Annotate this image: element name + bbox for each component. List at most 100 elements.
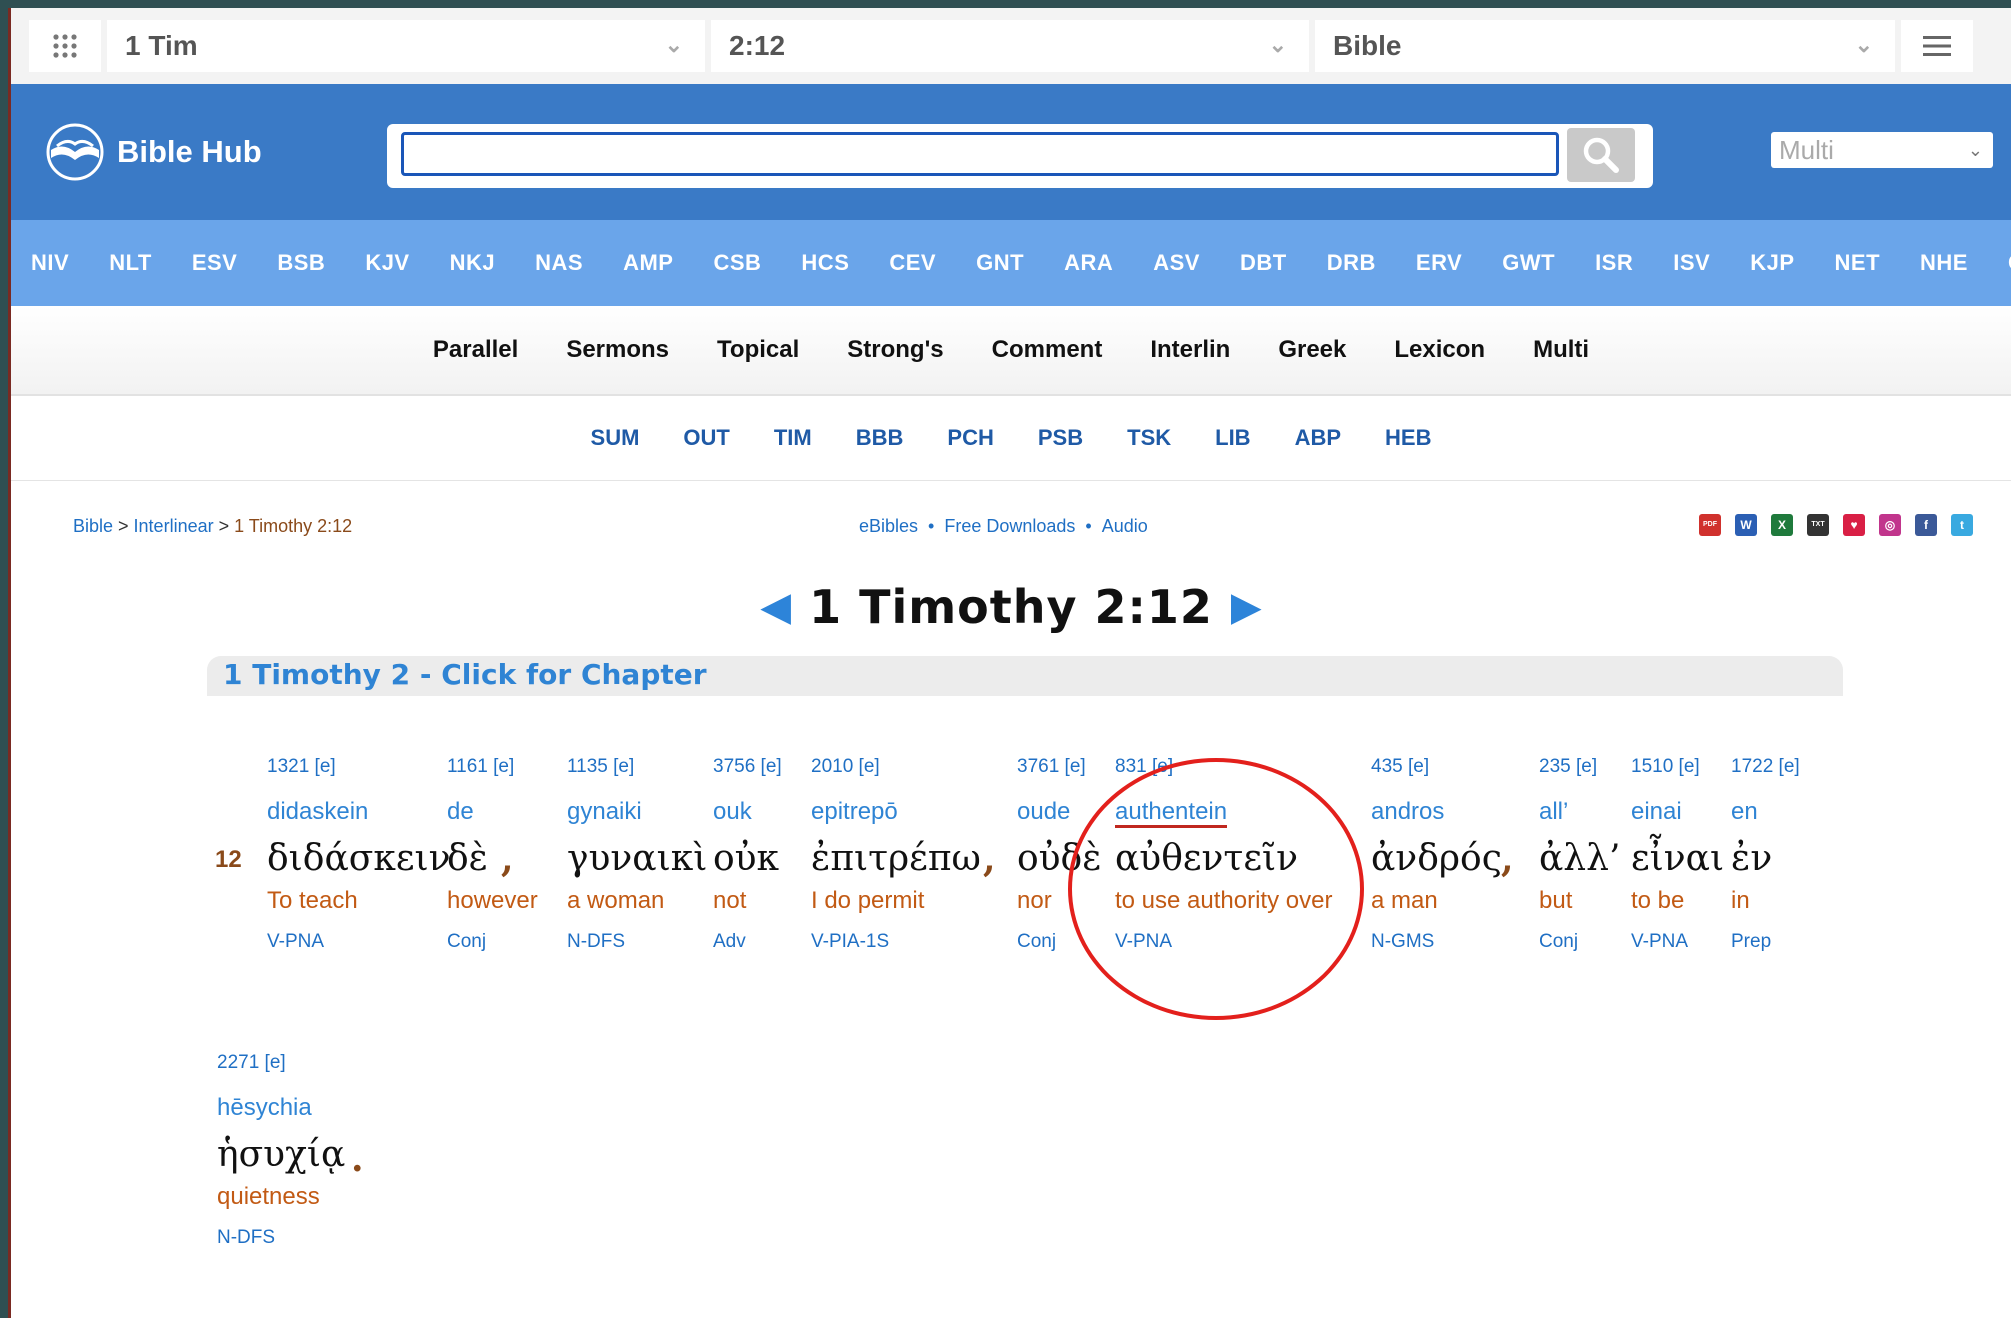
commentary-link-pch[interactable]: PCH — [947, 425, 993, 451]
search-input[interactable] — [401, 132, 1559, 176]
parsing-link[interactable]: N-DFS — [567, 931, 707, 953]
parsing-link[interactable]: Conj — [447, 931, 538, 953]
strongs-number-link[interactable]: 2271 [e] — [217, 1052, 345, 1074]
version-link-bsb[interactable]: BSB — [277, 250, 325, 276]
strongs-number-link[interactable]: 235 [e] — [1539, 756, 1620, 778]
tool-link-comment[interactable]: Comment — [992, 336, 1103, 364]
twitter-icon[interactable]: t — [1951, 514, 1973, 536]
version-link-ara[interactable]: ARA — [1064, 250, 1113, 276]
parsing-link[interactable]: V-PIA-1S — [811, 931, 981, 953]
tool-link-interlin[interactable]: Interlin — [1150, 336, 1230, 364]
version-link-nhe[interactable]: NHE — [1920, 250, 1968, 276]
strongs-number-link[interactable]: 1722 [e] — [1731, 756, 1800, 778]
parsing-link[interactable]: V-PNA — [267, 931, 451, 953]
parsing-link[interactable]: Adv — [713, 931, 782, 953]
parsing-link[interactable]: N-DFS — [217, 1227, 345, 1249]
search-button[interactable] — [1567, 128, 1635, 182]
tool-link-parallel[interactable]: Parallel — [433, 336, 518, 364]
apps-grid-button[interactable] — [29, 20, 101, 72]
transliteration-link[interactable]: hēsychia — [217, 1094, 345, 1122]
heart-icon[interactable]: ♥ — [1843, 514, 1865, 536]
ebibles-link[interactable]: eBibles — [859, 516, 918, 536]
txt-icon[interactable]: TXT — [1807, 514, 1829, 536]
version-link-dbt[interactable]: DBT — [1240, 250, 1287, 276]
version-link-nkj[interactable]: NKJ — [450, 250, 496, 276]
strongs-number-link[interactable]: 3756 [e] — [713, 756, 782, 778]
free-downloads-link[interactable]: Free Downloads — [944, 516, 1075, 536]
commentary-link-abp[interactable]: ABP — [1295, 425, 1341, 451]
transliteration-link[interactable]: einai — [1631, 798, 1724, 826]
transliteration-link[interactable]: ouk — [713, 798, 782, 826]
menu-button[interactable] — [1901, 20, 1973, 72]
version-link-erv[interactable]: ERV — [1416, 250, 1462, 276]
book-select[interactable]: 1 Tim ⌄ — [107, 20, 705, 72]
commentary-link-psb[interactable]: PSB — [1038, 425, 1083, 451]
breadcrumb-bible-link[interactable]: Bible — [73, 516, 113, 536]
strongs-number-link[interactable]: 1510 [e] — [1631, 756, 1724, 778]
commentary-link-out[interactable]: OUT — [683, 425, 729, 451]
version-link-niv[interactable]: NIV — [31, 250, 69, 276]
commentary-link-sum[interactable]: SUM — [591, 425, 640, 451]
pdf-icon[interactable]: PDF — [1699, 514, 1721, 536]
parsing-link[interactable]: Prep — [1731, 931, 1800, 953]
version-link-nas[interactable]: NAS — [535, 250, 583, 276]
transliteration-link[interactable]: en — [1731, 798, 1800, 826]
version-link-hcs[interactable]: HCS — [801, 250, 849, 276]
commentary-link-heb[interactable]: HEB — [1385, 425, 1431, 451]
parsing-link[interactable]: Conj — [1539, 931, 1620, 953]
version-select[interactable]: Bible ⌄ — [1315, 20, 1895, 72]
version-link-drb[interactable]: DRB — [1327, 250, 1376, 276]
version-link-net[interactable]: NET — [1835, 250, 1881, 276]
verse-select[interactable]: 2:12 ⌄ — [711, 20, 1309, 72]
parsing-link[interactable]: N-GMS — [1371, 931, 1502, 953]
version-link-gwt[interactable]: GWT — [1502, 250, 1555, 276]
strongs-number-link[interactable]: 3761 [e] — [1017, 756, 1102, 778]
version-link-nlt[interactable]: NLT — [109, 250, 152, 276]
strongs-number-link[interactable]: 1161 [e] — [447, 756, 538, 778]
excel-icon[interactable]: X — [1771, 514, 1793, 536]
multi-select[interactable]: Multi ⌄ — [1771, 132, 1993, 168]
previous-verse-arrow-icon[interactable]: ◀ — [760, 584, 791, 630]
tool-link-lexicon[interactable]: Lexicon — [1394, 336, 1485, 364]
transliteration-link[interactable]: de — [447, 798, 538, 826]
version-link-esv[interactable]: ESV — [192, 250, 238, 276]
strongs-number-link[interactable]: 2010 [e] — [811, 756, 981, 778]
commentary-link-tsk[interactable]: TSK — [1127, 425, 1171, 451]
tool-link-strongs[interactable]: Strong's — [847, 336, 943, 364]
commentary-link-tim[interactable]: TIM — [774, 425, 812, 451]
word-icon[interactable]: W — [1735, 514, 1757, 536]
tool-link-multi[interactable]: Multi — [1533, 336, 1589, 364]
greek-word: διδάσκειν — [267, 838, 451, 879]
next-verse-arrow-icon[interactable]: ▶ — [1231, 584, 1262, 630]
transliteration-link[interactable]: didaskein — [267, 798, 451, 826]
bible-hub-logo[interactable]: Bible Hub — [45, 122, 262, 182]
version-link-isv[interactable]: ISV — [1673, 250, 1710, 276]
chapter-link[interactable]: 1 Timothy 2 - Click for Chapter — [223, 658, 707, 691]
strongs-number-link[interactable]: 1321 [e] — [267, 756, 451, 778]
version-link-kjp[interactable]: KJP — [1750, 250, 1794, 276]
strongs-number-link[interactable]: 435 [e] — [1371, 756, 1502, 778]
transliteration-link[interactable]: all’ — [1539, 798, 1620, 826]
parsing-link[interactable]: V-PNA — [1631, 931, 1724, 953]
version-link-kjv[interactable]: KJV — [365, 250, 409, 276]
facebook-icon[interactable]: f — [1915, 514, 1937, 536]
tool-link-sermons[interactable]: Sermons — [566, 336, 669, 364]
breadcrumb-interlinear-link[interactable]: Interlinear — [134, 516, 214, 536]
version-link-cev[interactable]: CEV — [889, 250, 936, 276]
version-link-isr[interactable]: ISR — [1595, 250, 1633, 276]
commentary-link-lib[interactable]: LIB — [1215, 425, 1250, 451]
version-link-gnt[interactable]: GNT — [976, 250, 1024, 276]
instagram-icon[interactable]: ◎ — [1879, 514, 1901, 536]
interlinear-word: 235 [e] all’ ἀλλ’ but Conj — [1539, 756, 1620, 953]
transliteration-link[interactable]: andros — [1371, 798, 1502, 826]
transliteration-link[interactable]: epitrepō — [811, 798, 981, 826]
tool-link-topical[interactable]: Topical — [717, 336, 799, 364]
transliteration-link[interactable]: gynaiki — [567, 798, 707, 826]
version-link-amp[interactable]: AMP — [623, 250, 673, 276]
commentary-link-bbb[interactable]: BBB — [856, 425, 904, 451]
tool-link-greek[interactable]: Greek — [1278, 336, 1346, 364]
version-link-csb[interactable]: CSB — [713, 250, 761, 276]
audio-link[interactable]: Audio — [1102, 516, 1148, 536]
version-link-asv[interactable]: ASV — [1153, 250, 1200, 276]
strongs-number-link[interactable]: 1135 [e] — [567, 756, 707, 778]
